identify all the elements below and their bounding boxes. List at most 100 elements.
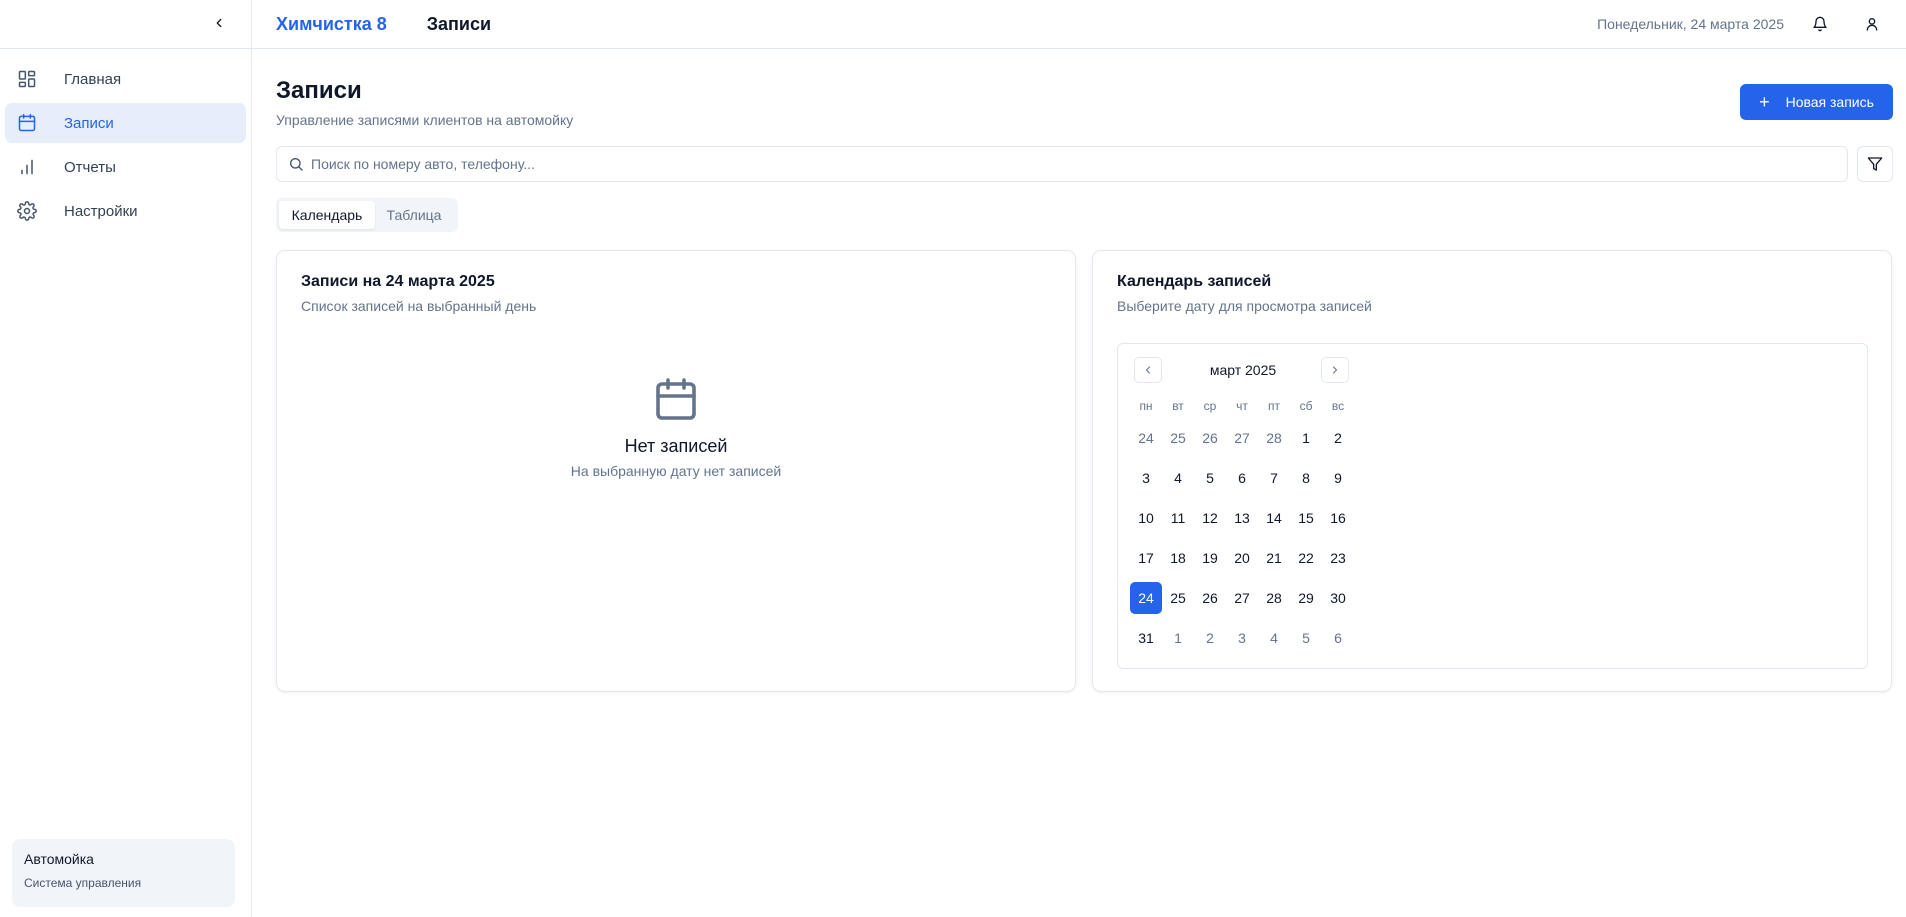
- calendar-day[interactable]: 11: [1162, 502, 1194, 534]
- calendar-day[interactable]: 28: [1258, 422, 1290, 454]
- calendar-day[interactable]: 25: [1162, 422, 1194, 454]
- weekday-label: ср: [1203, 399, 1217, 413]
- empty-state-subtitle: На выбранную дату нет записей: [570, 463, 782, 479]
- calendar-day[interactable]: 19: [1194, 542, 1226, 574]
- sidebar-footer-title: Автомойка: [24, 851, 94, 867]
- sidebar-nav: Главная Записи Отчеты Настройки: [0, 49, 251, 245]
- calendar-card-subtitle: Выберите дату для просмотра записей: [1117, 298, 1372, 314]
- weekday-label: сб: [1299, 399, 1313, 413]
- calendar-day[interactable]: 28: [1258, 582, 1290, 614]
- user-icon: [1866, 18, 1878, 31]
- tab-table[interactable]: Таблица: [375, 201, 453, 229]
- sidebar-item-settings[interactable]: Настройки: [5, 191, 246, 231]
- tab-calendar[interactable]: Календарь: [279, 201, 375, 229]
- calendar-day[interactable]: 13: [1226, 502, 1258, 534]
- view-tabs: Календарь Таблица: [276, 198, 458, 232]
- calendar-day[interactable]: 30: [1322, 582, 1354, 614]
- calendar-day[interactable]: 14: [1258, 502, 1290, 534]
- calendar-day[interactable]: 2: [1322, 422, 1354, 454]
- calendar-day[interactable]: 24: [1130, 422, 1162, 454]
- calendar-day[interactable]: 1: [1162, 622, 1194, 654]
- calendar-day[interactable]: 5: [1290, 622, 1322, 654]
- sidebar-item-label: Отчеты: [64, 158, 116, 176]
- weekday-label: вс: [1331, 399, 1345, 413]
- empty-state-title: Нет записей: [624, 436, 728, 456]
- calendar-week-row: 24 25 26 27 28 1 2: [1130, 422, 1354, 454]
- calendar-day[interactable]: 9: [1322, 462, 1354, 494]
- chevron-right-icon: [1332, 366, 1338, 374]
- sidebar-item-label: Записи: [64, 114, 114, 132]
- calendar-day[interactable]: 25: [1162, 582, 1194, 614]
- calendar-week-row: 17 18 19 20 21 22 23: [1130, 542, 1354, 574]
- weekday-label: пн: [1139, 399, 1153, 413]
- plus-icon: +: [1759, 92, 1770, 112]
- filter-icon: [1867, 157, 1883, 171]
- calendar-day[interactable]: 22: [1290, 542, 1322, 574]
- sidebar-item-reports[interactable]: Отчеты: [5, 147, 246, 187]
- calendar-day[interactable]: 4: [1162, 462, 1194, 494]
- top-header: Химчистка 8 Записи Понедельник, 24 марта…: [252, 0, 1906, 49]
- collapse-sidebar-button[interactable]: [208, 12, 230, 34]
- calendar-day[interactable]: 10: [1130, 502, 1162, 534]
- calendar-week-row: 10 11 12 13 14 15 16: [1130, 502, 1354, 534]
- sidebar-footer: Автомойка Система управления: [12, 839, 235, 907]
- calendar-day[interactable]: 5: [1194, 462, 1226, 494]
- page-subtitle: Управление записями клиентов на автомойк…: [276, 112, 574, 128]
- calendar-day[interactable]: 7: [1258, 462, 1290, 494]
- sidebar-item-label: Главная: [64, 70, 122, 88]
- weekday-header: пн вт ср чт пт сб вс: [1130, 394, 1354, 418]
- user-profile-button[interactable]: [1854, 6, 1890, 42]
- calendar-day[interactable]: 27: [1226, 582, 1258, 614]
- bar-chart-icon: [17, 157, 43, 177]
- sidebar-item-records[interactable]: Записи: [5, 103, 246, 143]
- brand-name[interactable]: Химчистка 8: [276, 14, 387, 35]
- search-bar: [276, 146, 1848, 182]
- calendar-day[interactable]: 8: [1290, 462, 1322, 494]
- calendar-day[interactable]: 26: [1194, 582, 1226, 614]
- calendar-day[interactable]: 16: [1322, 502, 1354, 534]
- records-card-title: Записи на 24 марта 2025: [301, 273, 495, 290]
- calendar-day[interactable]: 15: [1290, 502, 1322, 534]
- calendar-grid: пн вт ср чт пт сб вс 24 25 26 27 28 1 2 3 4 5 6 7 8 9 10 11 12 1…: [1130, 394, 1354, 654]
- dashboard-icon: [17, 69, 43, 89]
- calendar-day[interactable]: 12: [1194, 502, 1226, 534]
- calendar-day[interactable]: 27: [1226, 422, 1258, 454]
- search-input[interactable]: [311, 156, 1847, 172]
- prev-month-button[interactable]: [1134, 357, 1162, 383]
- sidebar: Главная Записи Отчеты Настройки Автомойк…: [0, 0, 252, 917]
- weekday-label: чт: [1236, 399, 1248, 413]
- filter-button[interactable]: [1857, 146, 1893, 182]
- calendar-day[interactable]: 29: [1290, 582, 1322, 614]
- weekday-label: пт: [1268, 399, 1280, 413]
- calendar-day[interactable]: 4: [1258, 622, 1290, 654]
- new-record-label: Новая запись: [1785, 94, 1874, 110]
- calendar-day[interactable]: 21: [1258, 542, 1290, 574]
- header-title: Записи: [426, 13, 492, 34]
- search-icon: [281, 156, 311, 172]
- calendar-day[interactable]: 6: [1226, 462, 1258, 494]
- sidebar-header: [0, 0, 251, 49]
- calendar-day[interactable]: 23: [1322, 542, 1354, 574]
- calendar-day[interactable]: 6: [1322, 622, 1354, 654]
- new-record-button[interactable]: + Новая запись: [1740, 84, 1893, 120]
- calendar-day[interactable]: 31: [1130, 622, 1162, 654]
- next-month-button[interactable]: [1321, 357, 1349, 383]
- chevron-left-icon: [216, 18, 222, 28]
- calendar-day[interactable]: 1: [1290, 422, 1322, 454]
- calendar-day-selected[interactable]: 24: [1130, 582, 1162, 614]
- calendar-day[interactable]: 3: [1226, 622, 1258, 654]
- calendar-day[interactable]: 17: [1130, 542, 1162, 574]
- calendar-day[interactable]: 20: [1226, 542, 1258, 574]
- calendar-day[interactable]: 2: [1194, 622, 1226, 654]
- calendar-day[interactable]: 3: [1130, 462, 1162, 494]
- calendar-day[interactable]: 26: [1194, 422, 1226, 454]
- calendar-day[interactable]: 18: [1162, 542, 1194, 574]
- bell-icon: [1813, 16, 1827, 32]
- records-card-subtitle: Список записей на выбранный день: [301, 298, 537, 314]
- sidebar-footer-subtitle: Система управления: [24, 876, 142, 890]
- weekday-label: вт: [1172, 399, 1184, 413]
- calendar-card: Календарь записей Выберите дату для прос…: [1092, 250, 1892, 692]
- gear-icon: [17, 201, 43, 221]
- notifications-button[interactable]: [1802, 6, 1838, 42]
- sidebar-item-home[interactable]: Главная: [5, 59, 246, 99]
